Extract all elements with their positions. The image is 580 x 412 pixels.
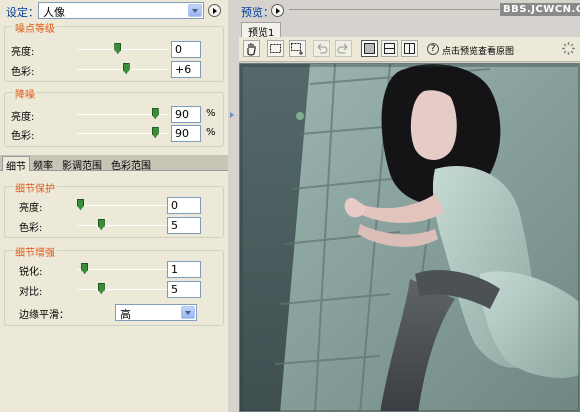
split-horizontal-icon[interactable] [381, 40, 398, 57]
preset-menu-button[interactable] [208, 4, 221, 17]
slider-thumb[interactable] [151, 127, 159, 138]
settings-panel: 设定： 人像 噪点等级 亮度: 0 色彩: +6 降噪 亮度: 90 % 色彩:… [0, 0, 228, 412]
toolbar-caption: 点击预览查看原图 [442, 47, 515, 57]
sharpen-slider[interactable] [77, 269, 167, 270]
noise-brightness-row: 亮度: 0 [5, 41, 225, 59]
contrast-field[interactable]: 5 [167, 281, 201, 298]
header-rule [289, 9, 499, 10]
percent-unit: % [206, 127, 216, 138]
row-label: 亮度: [19, 203, 43, 214]
sharpen-row: 锐化: 1 [5, 261, 225, 279]
tab-detail[interactable]: 细节 [2, 156, 30, 173]
watermark: BBS.JCWCN.COM [500, 3, 580, 16]
protect-brightness-field[interactable]: 0 [167, 197, 201, 214]
reduce-color-field[interactable]: 90 [171, 125, 201, 142]
hand-icon[interactable] [243, 40, 260, 57]
row-label: 色彩: [11, 67, 35, 78]
noise-color-row: 色彩: +6 [5, 61, 225, 79]
row-label: 锐化: [19, 267, 43, 278]
spinner-icon [561, 41, 576, 59]
preview-menu-button[interactable] [271, 4, 284, 17]
noise-level-title: 噪点等级 [13, 20, 57, 35]
edge-smooth-dropdown[interactable]: 高 [115, 304, 197, 321]
reduce-noise-group: 降噪 亮度: 90 % 色彩: 90 % [4, 86, 225, 147]
slider-thumb[interactable] [122, 63, 130, 74]
noise-level-group: 噪点等级 亮度: 0 色彩: +6 [4, 20, 225, 82]
row-label: 色彩: [11, 131, 35, 142]
tab-tonal-range[interactable]: 影调范围 [59, 156, 105, 172]
settings-label: 设定： [6, 6, 39, 19]
preview-label: 预览： [241, 6, 274, 19]
preset-value: 人像 [43, 6, 65, 19]
preview-panel: 预览： BBS.JCWCN.COM 预览1 ? 点击预览查看原图 [237, 0, 580, 412]
chevron-down-icon[interactable] [181, 306, 195, 319]
detail-enhance-title: 细节增强 [13, 244, 57, 259]
noise-color-slider[interactable] [77, 69, 167, 70]
reduce-color-row: 色彩: 90 % [5, 125, 225, 143]
undo-icon[interactable] [313, 40, 330, 57]
row-label: 亮度: [11, 112, 35, 123]
detail-protect-title: 细节保护 [13, 180, 57, 195]
chevron-down-icon[interactable] [188, 4, 202, 17]
slider-thumb[interactable] [77, 199, 84, 210]
edge-smooth-label: 边缘平滑： [19, 310, 69, 321]
preview-image[interactable] [239, 63, 580, 412]
slider-thumb[interactable] [81, 263, 89, 274]
noise-brightness-field[interactable]: 0 [171, 41, 201, 58]
reduce-brightness-row: 亮度: 90 % [5, 106, 225, 124]
slider-thumb[interactable] [114, 43, 122, 54]
panel-divider[interactable] [228, 0, 237, 412]
tab-frequency[interactable]: 频率 [30, 156, 56, 172]
reduce-brightness-field[interactable]: 90 [171, 106, 201, 123]
noise-brightness-slider[interactable] [77, 49, 167, 50]
edge-smooth-value: 高 [120, 308, 131, 321]
sharpen-field[interactable]: 1 [167, 261, 201, 278]
slider-thumb[interactable] [151, 108, 159, 119]
percent-unit: % [206, 108, 216, 119]
row-label: 亮度: [11, 47, 35, 58]
redo-icon[interactable] [335, 40, 352, 57]
detail-enhance-group: 细节增强 锐化: 1 对比: 5 边缘平滑： 高 [4, 244, 225, 326]
protect-brightness-row: 亮度: 0 [5, 197, 225, 215]
reduce-noise-title: 降噪 [13, 86, 37, 101]
protect-brightness-slider[interactable] [77, 205, 167, 206]
split-vertical-icon[interactable] [401, 40, 418, 57]
noise-color-field[interactable]: +6 [171, 61, 201, 78]
preview-toolbar: ? 点击预览查看原图 [239, 37, 580, 62]
protect-color-row: 色彩: 5 [5, 217, 225, 235]
tab-color-range[interactable]: 色彩范围 [108, 156, 154, 172]
preset-dropdown[interactable]: 人像 [38, 2, 204, 19]
collapse-grip-icon[interactable] [230, 112, 234, 119]
single-view-icon[interactable] [361, 40, 378, 57]
tab-bar: 细节 频率 影调范围 色彩范围 [0, 155, 228, 173]
slider-thumb[interactable] [97, 283, 105, 294]
row-label: 对比: [19, 287, 43, 298]
contrast-row: 对比: 5 [5, 281, 225, 299]
slider-thumb[interactable] [97, 219, 105, 230]
protect-color-field[interactable]: 5 [167, 217, 201, 234]
contrast-slider[interactable] [77, 289, 167, 290]
protect-color-slider[interactable] [77, 225, 167, 226]
detail-protect-group: 细节保护 亮度: 0 色彩: 5 [4, 180, 225, 238]
marquee-add-icon[interactable] [289, 40, 306, 57]
marquee-icon[interactable] [267, 40, 284, 57]
help-icon[interactable]: ? [427, 43, 439, 55]
row-label: 色彩: [19, 223, 43, 234]
